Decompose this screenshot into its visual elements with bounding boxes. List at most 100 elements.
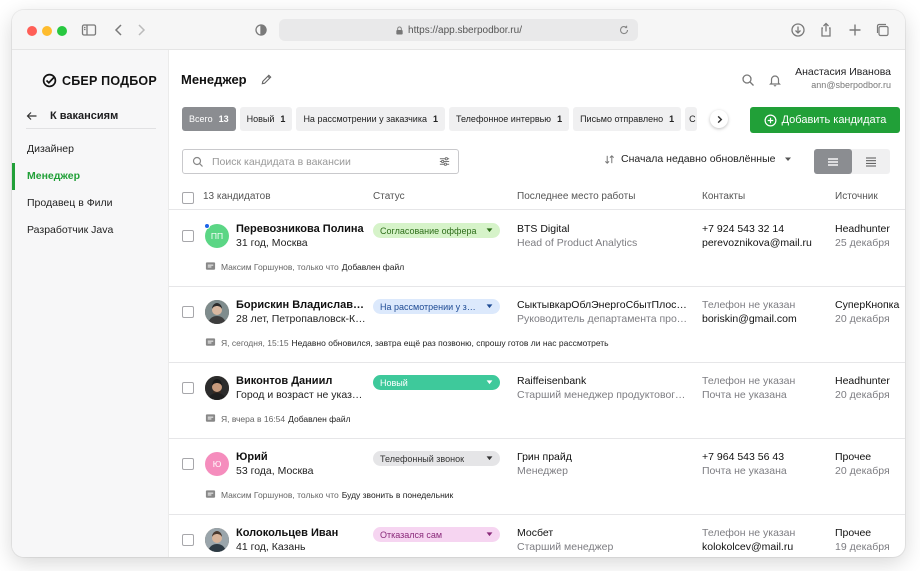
email[interactable]: kolokolcev@mail.ru — [702, 541, 793, 553]
comment-author: Я, сегодня, 15:15 — [221, 337, 289, 348]
list-icon — [828, 157, 838, 166]
status-dropdown[interactable]: Согласование оффера — [373, 223, 500, 238]
table-header: 13 кандидатов Статус Последнее место раб… — [169, 186, 905, 210]
candidate-meta: 53 года, Москва — [236, 465, 314, 477]
sidebar-toggle-icon[interactable] — [80, 21, 98, 39]
phone: Телефон не указан — [702, 527, 796, 539]
sidebar-item-java-developer[interactable]: Разработчик Java — [12, 217, 169, 244]
logo[interactable]: СБЕР ПОДБОР — [42, 73, 157, 88]
candidate-name[interactable]: Борискин Владислав Андреевич — [236, 299, 366, 311]
column-contacts[interactable]: Контакты — [702, 191, 745, 202]
add-candidate-button[interactable]: Добавить кандидата — [750, 107, 900, 133]
position: Head of Product Analytics — [517, 237, 638, 249]
tab-label: Письмо отправлено — [580, 114, 664, 124]
browser-window: https://app.sberpodbor.ru/ СБЕР ПОДБОР К… — [12, 10, 905, 557]
dense-view-button[interactable] — [852, 149, 890, 174]
caret-down-icon — [486, 532, 493, 537]
status-dropdown[interactable]: На рассмотрении у заказчика — [373, 299, 500, 314]
company: BTS Digital — [517, 223, 570, 235]
tab-phone-interview[interactable]: Телефонное интервью 1 — [448, 107, 570, 131]
source: Headhunter — [835, 375, 890, 387]
row-checkbox[interactable] — [182, 458, 194, 470]
download-icon[interactable] — [789, 21, 807, 39]
column-last-work[interactable]: Последнее место работы — [517, 191, 635, 202]
privacy-shield-icon[interactable] — [252, 21, 270, 39]
candidate-name[interactable]: Виконтов Даниил — [236, 375, 366, 387]
user-email: ann@sberpodbor.ru — [811, 80, 891, 90]
candidate-name[interactable]: Перевозникова Полина — [236, 223, 366, 235]
table-row[interactable]: Виконтов Даниил Город и возраст не указа… — [169, 363, 905, 439]
phone[interactable]: +7 964 543 56 43 — [702, 451, 784, 463]
reload-icon[interactable] — [618, 24, 630, 36]
tab-label: На рассмотрении у заказчика — [303, 114, 427, 124]
company: Грин прайд — [517, 451, 572, 463]
sidebar-item-manager[interactable]: Менеджер — [12, 163, 169, 190]
tab-clipped[interactable]: С — [685, 107, 698, 131]
user-name: Анастасия Иванова — [795, 66, 891, 78]
email[interactable]: perevoznikova@mail.ru — [702, 237, 812, 249]
comment-icon — [205, 414, 216, 422]
sort-dropdown[interactable]: Сначала недавно обновлённые — [604, 153, 792, 165]
sidebar-item-seller-fili[interactable]: Продавец в Фили — [12, 190, 169, 217]
candidate-count: 13 кандидатов — [203, 191, 271, 202]
tab-new[interactable]: Новый 1 — [239, 107, 293, 131]
person-photo-icon — [205, 376, 229, 400]
lock-icon — [396, 25, 403, 35]
browser-toolbar: https://app.sberpodbor.ru/ — [12, 10, 905, 50]
tab-overview-icon[interactable] — [874, 21, 892, 39]
tab-letter-sent[interactable]: Письмо отправлено 1 — [573, 107, 682, 131]
back-to-vacancies-link[interactable]: К вакансиям — [26, 105, 156, 127]
candidate-name[interactable]: Колокольцев Иван — [236, 527, 366, 539]
avatar-photo — [205, 528, 229, 552]
select-all-checkbox[interactable] — [182, 192, 194, 204]
pencil-icon[interactable] — [260, 73, 273, 86]
search-icon[interactable] — [741, 73, 755, 87]
row-checkbox[interactable] — [182, 534, 194, 546]
forward-icon[interactable] — [132, 21, 150, 39]
maximize-window-button[interactable] — [57, 26, 67, 36]
user-profile[interactable]: Анастасия Иванова ann@sberpodbor.ru — [795, 66, 891, 90]
tabs-scroll-right-button[interactable] — [710, 110, 728, 128]
comment: Максим Горшунов, только что Добавлен фай… — [205, 261, 404, 272]
back-icon[interactable] — [110, 21, 128, 39]
close-window-button[interactable] — [27, 26, 37, 36]
filter-sliders-icon[interactable] — [438, 155, 451, 168]
back-link-label: К вакансиям — [50, 110, 119, 122]
company: Мосбет — [517, 527, 554, 539]
table-row[interactable]: Колокольцев Иван 41 год, Казань Отказалс… — [169, 515, 905, 557]
candidate-name[interactable]: Юрий — [236, 451, 366, 463]
row-checkbox[interactable] — [182, 382, 194, 394]
table-row[interactable]: ПП Перевозникова Полина 31 год, Москва С… — [169, 211, 905, 287]
status-dropdown[interactable]: Новый — [373, 375, 500, 390]
add-candidate-label: Добавить кандидата — [781, 114, 887, 126]
dense-list-icon — [866, 157, 876, 166]
address-bar[interactable]: https://app.sberpodbor.ru/ — [279, 19, 638, 41]
share-icon[interactable] — [817, 21, 835, 39]
search-input[interactable] — [212, 155, 432, 168]
new-tab-icon[interactable] — [846, 21, 864, 39]
source: Headhunter — [835, 223, 890, 235]
column-source[interactable]: Источник — [835, 191, 878, 202]
candidate-meta: Город и возраст не указаны — [236, 389, 366, 401]
tab-label: С — [689, 114, 696, 124]
email[interactable]: boriskin@gmail.com — [702, 313, 797, 325]
status-dropdown[interactable]: Телефонный звонок — [373, 451, 500, 466]
caret-down-icon — [486, 228, 493, 233]
table-row[interactable]: Борискин Владислав Андреевич 28 лет, Пет… — [169, 287, 905, 363]
table-row[interactable]: Ю Юрий 53 года, Москва Телефонный звонок… — [169, 439, 905, 515]
compact-view-button[interactable] — [814, 149, 852, 174]
status-dropdown[interactable]: Отказался сам — [373, 527, 500, 542]
row-checkbox[interactable] — [182, 230, 194, 242]
company: СыктывкарОблЭнергоСбытПлоскость — [517, 299, 689, 311]
unread-dot — [204, 223, 210, 229]
avatar: Ю — [205, 452, 229, 476]
tab-all[interactable]: Всего 13 — [182, 107, 236, 131]
bell-icon[interactable] — [768, 73, 782, 87]
column-status[interactable]: Статус — [373, 191, 405, 202]
minimize-window-button[interactable] — [42, 26, 52, 36]
status-label: Телефонный звонок — [380, 453, 465, 464]
sidebar-item-designer[interactable]: Дизайнер — [12, 136, 169, 163]
row-checkbox[interactable] — [182, 306, 194, 318]
tab-client-review[interactable]: На рассмотрении у заказчика 1 — [296, 107, 445, 131]
phone[interactable]: +7 924 543 32 14 — [702, 223, 784, 235]
